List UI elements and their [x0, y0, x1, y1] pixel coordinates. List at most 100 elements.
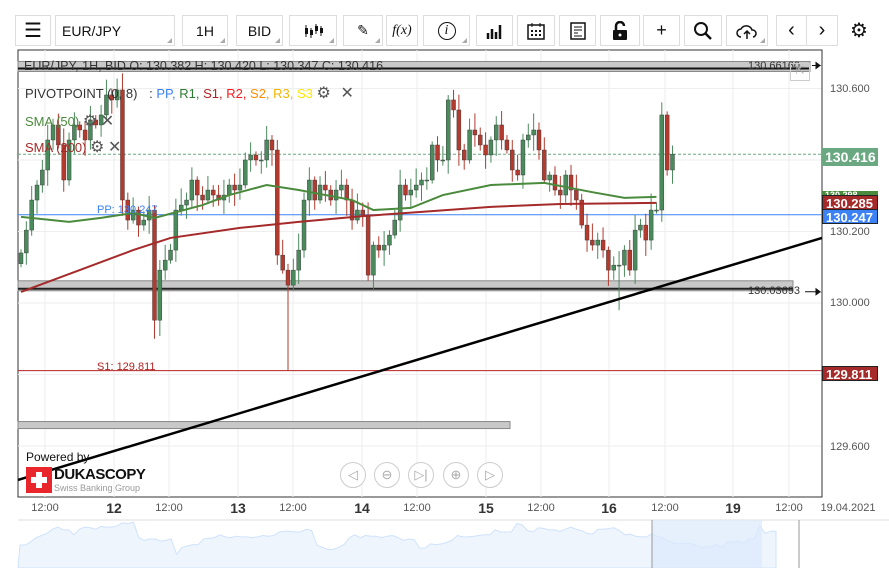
- candle-body: [40, 169, 45, 186]
- brand-sub: Swiss Banking Group: [54, 483, 141, 493]
- sma200-settings-icon[interactable]: ⚙: [90, 139, 104, 156]
- candle-body: [638, 224, 643, 231]
- candle-body: [558, 189, 563, 196]
- x-tick: 12:00: [155, 502, 183, 514]
- candle-body: [178, 204, 184, 211]
- y-tick: 130.000: [830, 297, 870, 309]
- pivot-close-icon[interactable]: ✕: [340, 85, 353, 102]
- sma200-close-icon[interactable]: ✕: [108, 139, 121, 156]
- x-tick: 19: [725, 500, 741, 516]
- pivot-settings-icon[interactable]: ⚙: [317, 85, 331, 102]
- candle-body: [494, 124, 499, 141]
- candle-body: [371, 244, 376, 276]
- candle-body: [189, 179, 195, 201]
- x-tick: 15: [478, 500, 494, 516]
- candle-body: [499, 124, 504, 141]
- candle-body: [408, 189, 414, 196]
- sma50-close-icon[interactable]: ✕: [101, 113, 114, 130]
- candle-body: [365, 214, 371, 276]
- candle-body: [34, 184, 40, 201]
- candle-body: [504, 139, 510, 151]
- candle-body: [397, 184, 403, 221]
- pivot-levels: PP, R1, S1, R2, S2, R3, S3: [156, 86, 316, 101]
- candle-body: [152, 209, 157, 321]
- candle-body: [536, 129, 542, 151]
- pivot-sep: :: [149, 86, 153, 101]
- candle-body: [552, 174, 558, 191]
- candle-body: [243, 159, 248, 186]
- candle-body: [547, 174, 552, 181]
- zone-low: [17, 421, 511, 430]
- candle-body: [317, 184, 323, 201]
- candle-body: [312, 179, 317, 201]
- candle-body: [157, 269, 163, 321]
- candle-body: [446, 99, 451, 161]
- candle-body: [632, 229, 638, 271]
- navigator-window: [652, 520, 762, 568]
- candle-body: [424, 179, 430, 182]
- candle-body: [584, 224, 590, 241]
- s1-label: S1: 129.811: [97, 361, 156, 373]
- x-tick: 12:00: [31, 502, 59, 514]
- candle-body: [654, 209, 659, 212]
- candle-body: [205, 189, 211, 201]
- candle-body: [664, 114, 670, 171]
- candle-body: [611, 264, 616, 271]
- brand-name: DUKASCOPY: [54, 466, 146, 483]
- x-tick: 12:00: [775, 502, 803, 514]
- candle-body: [29, 199, 34, 231]
- candle-body: [670, 154, 675, 171]
- candle-body: [387, 234, 392, 246]
- candle-body: [451, 99, 456, 111]
- sma200-label: SMA (200): [25, 140, 87, 155]
- zone-bottom-label: 130.03693: [748, 285, 800, 297]
- sma50-settings-icon[interactable]: ⚙: [83, 113, 97, 130]
- candle-body: [173, 209, 179, 251]
- candle-body: [269, 139, 275, 151]
- candle-body: [472, 129, 478, 136]
- candle-body: [333, 189, 339, 201]
- candle-body: [456, 109, 462, 151]
- candle-body: [291, 269, 296, 286]
- pivot-label: PIVOTPOINT (0, 8): [25, 86, 138, 101]
- nav-back-button[interactable]: ◁: [340, 462, 366, 488]
- pivot-level-s2: S2,: [250, 86, 274, 101]
- candle-body: [419, 179, 424, 186]
- popout-icon[interactable]: ⇱: [790, 63, 810, 81]
- candle-body: [606, 249, 611, 271]
- candle-body: [429, 144, 435, 181]
- candle-body: [659, 114, 664, 211]
- candle-body: [542, 149, 547, 181]
- current-price-tag: 130.416: [822, 148, 878, 166]
- candle-body: [478, 134, 483, 146]
- nav-forward-button[interactable]: ▷: [477, 462, 503, 488]
- candle-body: [259, 159, 264, 162]
- candle-body: [307, 179, 312, 201]
- candle-body: [413, 184, 419, 191]
- pivot-level-r2: R2,: [226, 86, 251, 101]
- nav-end-button[interactable]: ▷|: [408, 462, 434, 488]
- candle-body: [526, 134, 531, 141]
- pivot-level-s3: S3: [297, 86, 317, 101]
- candle-body: [200, 194, 205, 201]
- candle-body: [360, 209, 365, 216]
- sma50-label: SMA (50): [25, 114, 80, 129]
- candle-body: [467, 129, 472, 161]
- candle-body: [184, 199, 189, 206]
- x-tick: 19.04.2021: [820, 502, 876, 514]
- candle-body: [627, 249, 632, 271]
- x-tick: 12:00: [527, 502, 555, 514]
- zoom-out-button[interactable]: ⊖: [374, 462, 400, 488]
- ohlc-header: EUR/JPY, 1H, BID O: 130.382 H: 130.420 L…: [24, 59, 384, 73]
- candle-body: [24, 229, 29, 254]
- y-tick: 130.200: [830, 226, 870, 238]
- candle-body: [531, 129, 536, 136]
- candle-body: [248, 154, 253, 161]
- candle-body: [323, 184, 328, 191]
- x-tick: 14: [354, 500, 370, 516]
- zoom-in-button[interactable]: ⊕: [443, 462, 469, 488]
- s1-price-tag: 129.811: [822, 366, 878, 382]
- candle-body: [462, 149, 467, 161]
- candle-body: [280, 254, 285, 271]
- candle-body: [403, 184, 408, 196]
